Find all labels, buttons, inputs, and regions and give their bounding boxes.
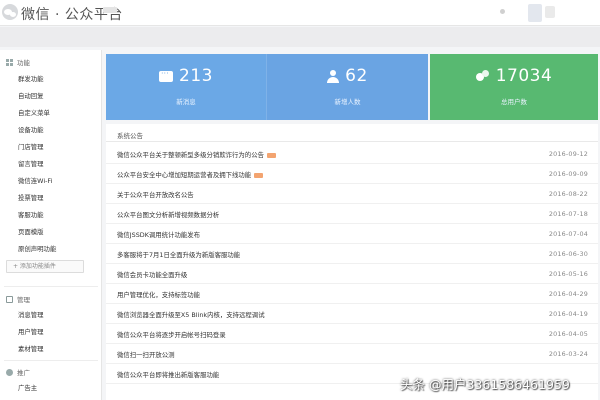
system-notice-panel: 系统公告 微信公众平台关于整顿新型多级分销欺诈行为的公告 2016-09-12 … — [106, 124, 598, 400]
notice-date: 2016-08-22 — [548, 190, 588, 198]
stat-value: 213 — [179, 66, 213, 86]
sidebar-divider — [4, 360, 98, 361]
sidebar-item-auto-reply[interactable]: 自动回复 — [18, 91, 44, 100]
notice-link[interactable]: 微信JSSDK调用统计功能发布 — [117, 230, 200, 239]
stat-row: 62 — [267, 66, 428, 86]
sidebar-item-mass-send[interactable]: 群发功能 — [18, 74, 44, 83]
notice-date: 2016-04-29 — [548, 290, 588, 298]
notice-link[interactable]: 微信会员卡功能全面升级 — [117, 270, 187, 279]
new-badge-icon — [266, 152, 276, 158]
stat-value: 62 — [345, 66, 368, 86]
user-icon — [6, 368, 13, 376]
new-badge-icon — [254, 172, 264, 178]
sidebar-section-label: 功能 — [17, 59, 30, 67]
wechat-logo-icon[interactable] — [2, 4, 18, 20]
notice-date: 2016-06-30 — [548, 250, 588, 258]
stat-card-total-users[interactable]: 17034 总用户数 — [430, 54, 598, 120]
notice-row[interactable]: 公众平台图文分析新增视频数据分析 2016-07-18 — [106, 204, 598, 224]
notice-link[interactable]: 关于公众平台开放改名公告 — [117, 190, 194, 199]
notice-row[interactable]: 用户管理优化，支持标签功能 2016-04-29 — [106, 284, 598, 304]
notice-date: 2016-05-16 — [548, 270, 588, 278]
person-icon — [327, 69, 340, 83]
sidebar-divider — [4, 286, 98, 287]
briefcase-icon — [6, 295, 13, 303]
notice-row[interactable]: 公众平台安全中心增加短期运营者及拥下线功能 2016-09-09 — [106, 164, 598, 184]
stat-card-new-messages[interactable]: 213 新消息 — [106, 54, 266, 120]
stat-label: 新增人数 — [334, 98, 361, 106]
sidebar-item-comments[interactable]: 留言管理 — [18, 159, 44, 168]
sidebar-item-store[interactable]: 门店管理 — [18, 142, 44, 151]
notice-link[interactable]: 多客服将于7月1日全面升级为新版客服功能 — [117, 250, 240, 259]
notice-link[interactable]: 公众平台安全中心增加短期运营者及拥下线功能 — [117, 170, 264, 179]
sidebar-section-label: 推广 — [17, 369, 30, 377]
notice-date: 2016-03-24 — [548, 350, 588, 358]
add-plugin-button[interactable]: + 添加功能插件 — [6, 260, 84, 273]
notice-date: 2016-09-09 — [548, 170, 588, 178]
stat-value: 17034 — [495, 66, 553, 86]
watermark-text: 头条 @用户3361586461959 — [400, 377, 570, 392]
group-icon — [475, 70, 490, 82]
sidebar: 功能 群发功能 自动回复 自定义菜单 设备功能 门店管理 留言管理 微信连Wi-… — [0, 50, 102, 400]
brand-badge — [103, 7, 117, 13]
sidebar-item-custom-menu[interactable]: 自定义菜单 — [18, 108, 50, 117]
notice-link[interactable]: 微信扫一扫开放公测 — [117, 350, 175, 359]
sidebar-item-users[interactable]: 用户管理 — [18, 327, 44, 336]
sidebar-item-advertiser[interactable]: 广告主 — [18, 383, 37, 392]
notice-date: 2016-07-04 — [548, 230, 588, 238]
sidebar-item-device[interactable]: 设备功能 — [18, 125, 44, 134]
notice-date: 2016-04-05 — [548, 330, 588, 338]
grid-icon — [6, 58, 13, 66]
sidebar-section-label: 管理 — [17, 296, 30, 304]
notice-date: 2016-09-12 — [548, 150, 588, 158]
notice-date: 2016-07-18 — [548, 210, 588, 218]
sidebar-item-wifi[interactable]: 微信连Wi-Fi — [18, 176, 52, 185]
sidebar-item-messages[interactable]: 消息管理 — [18, 310, 44, 319]
stat-row: 17034 — [430, 66, 598, 86]
sidebar-item-materials[interactable]: 素材管理 — [18, 344, 44, 353]
notice-row[interactable]: 多客服将于7月1日全面升级为新版客服功能 2016-06-30 — [106, 244, 598, 264]
message-icon — [159, 69, 174, 82]
notice-text[interactable]: 微信公众平台关于整顿新型多级分销欺诈行为的公告 — [117, 151, 264, 159]
sidebar-item-original-claim[interactable]: 原创声明功能 — [18, 244, 56, 253]
notice-text[interactable]: 公众平台安全中心增加短期运营者及拥下线功能 — [117, 171, 251, 179]
notice-link[interactable]: 微信公众平台即将推出新版客服功能 — [117, 370, 219, 379]
notice-row[interactable]: 微信公众平台将逐步开启帐号扫码登录 2016-04-05 — [106, 324, 598, 344]
notification-dot-icon[interactable] — [500, 9, 505, 14]
account-menu[interactable] — [545, 6, 555, 18]
sidebar-section-features: 功能 — [6, 57, 30, 67]
notice-link[interactable]: 用户管理优化，支持标签功能 — [117, 290, 200, 299]
sub-header-bar — [0, 27, 600, 47]
sidebar-section-promotion: 推广 — [6, 367, 30, 377]
stat-row: 213 — [106, 66, 266, 86]
stat-label: 新消息 — [176, 98, 196, 106]
sidebar-item-page-template[interactable]: 页面模版 — [18, 227, 44, 236]
notice-link[interactable]: 公众平台图文分析新增视频数据分析 — [117, 210, 219, 219]
account-avatar[interactable] — [528, 4, 542, 22]
notice-row[interactable]: 微信扫一扫开放公测 2016-03-24 — [106, 344, 598, 364]
notice-row[interactable]: 关于公众平台开放改名公告 2016-08-22 — [106, 184, 598, 204]
notice-row[interactable]: 微信会员卡功能全面升级 2016-05-16 — [106, 264, 598, 284]
notice-link[interactable]: 微信浏览器全面升级至X5 Blink内核，支持远程调试 — [117, 310, 265, 319]
notice-title: 系统公告 — [117, 132, 143, 140]
sidebar-item-customer-service[interactable]: 客服功能 — [18, 210, 44, 219]
top-bar: 微信 · 公众平台 — [0, 0, 600, 26]
sidebar-item-vote[interactable]: 投票管理 — [18, 193, 44, 202]
notice-header: 系统公告 — [106, 124, 598, 142]
stat-label: 总用户数 — [501, 98, 527, 106]
notice-row[interactable]: 微信浏览器全面升级至X5 Blink内核，支持远程调试 2016-04-19 — [106, 304, 598, 324]
notice-row[interactable]: 微信JSSDK调用统计功能发布 2016-07-04 — [106, 224, 598, 244]
stat-card-new-followers[interactable]: 62 新增人数 — [266, 54, 428, 120]
notice-row[interactable]: 微信公众平台关于整顿新型多级分销欺诈行为的公告 2016-09-12 — [106, 144, 598, 164]
notice-link[interactable]: 微信公众平台将逐步开启帐号扫码登录 — [117, 330, 226, 339]
notice-link[interactable]: 微信公众平台关于整顿新型多级分销欺诈行为的公告 — [117, 150, 276, 159]
notice-date: 2016-04-19 — [548, 310, 588, 318]
sidebar-section-manage: 管理 — [6, 294, 30, 304]
